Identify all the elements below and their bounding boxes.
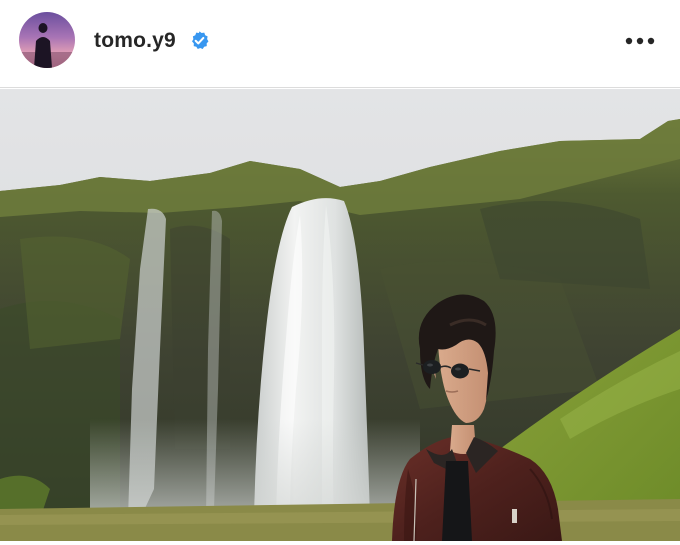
instagram-post: tomo.y9 — [0, 0, 680, 545]
post-header: tomo.y9 — [0, 0, 680, 88]
post-image — [0, 89, 680, 541]
avatar-image — [19, 12, 75, 68]
verified-badge-icon — [192, 31, 209, 50]
more-options-icon[interactable] — [620, 28, 660, 54]
username-link[interactable]: tomo.y9 — [94, 28, 176, 54]
profile-avatar[interactable] — [19, 12, 75, 68]
post-photo[interactable] — [0, 89, 680, 541]
